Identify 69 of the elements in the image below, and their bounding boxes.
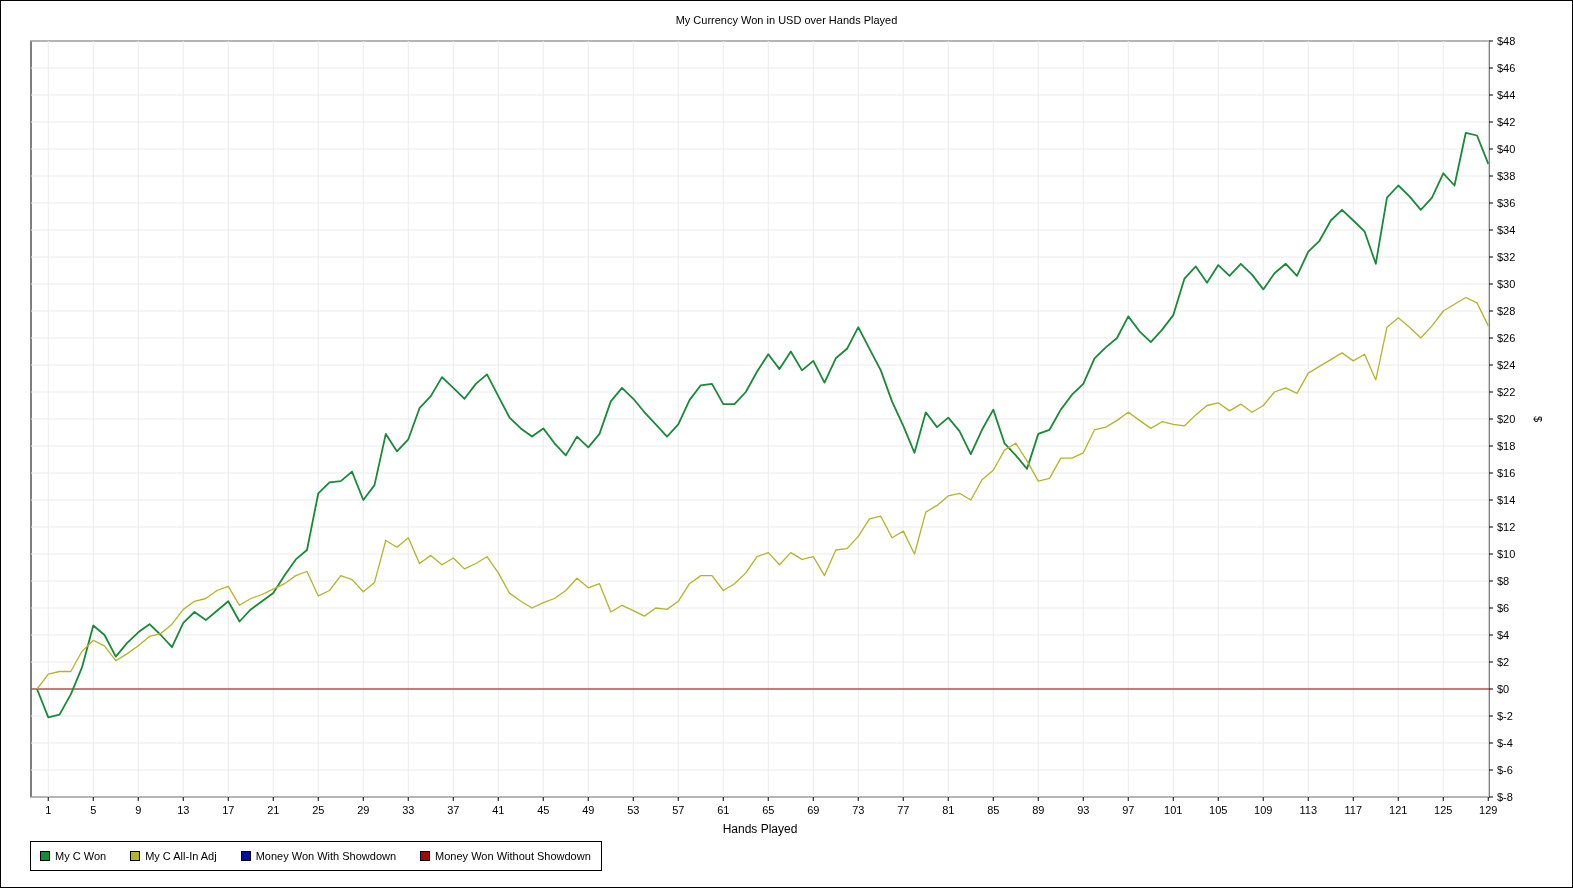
y-tick-label: $26 xyxy=(1497,332,1516,344)
x-tick-label: 41 xyxy=(492,804,505,816)
x-tick-label: 1 xyxy=(45,804,52,816)
legend-label: My C All-In Adj xyxy=(145,850,217,862)
x-tick-label: 81 xyxy=(942,804,955,816)
y-tick-label: $42 xyxy=(1497,116,1516,128)
y-tick-label: $32 xyxy=(1497,251,1516,263)
x-tick-label: 73 xyxy=(852,804,865,816)
x-axis-title: Hands Played xyxy=(722,822,798,836)
x-tick-label: 89 xyxy=(1032,804,1045,816)
y-tick-label: $24 xyxy=(1497,359,1516,371)
y-tick-label: $22 xyxy=(1497,386,1516,398)
x-tick-label: 105 xyxy=(1209,804,1228,816)
x-tick-label: 45 xyxy=(537,804,550,816)
x-tick-label: 77 xyxy=(897,804,910,816)
chart-title: My Currency Won in USD over Hands Played xyxy=(675,13,898,28)
y-tick-label: $4 xyxy=(1497,629,1510,641)
y-tick-label: $48 xyxy=(1497,35,1516,47)
x-tick-label: 121 xyxy=(1389,804,1408,816)
legend-label: My C Won xyxy=(55,850,107,862)
x-tick-label: 109 xyxy=(1254,804,1273,816)
y-tick-label: $14 xyxy=(1497,494,1516,506)
x-tick-label: 65 xyxy=(762,804,775,816)
x-tick-label: 13 xyxy=(177,804,190,816)
x-tick-label: 17 xyxy=(222,804,235,816)
y-tick-label: $12 xyxy=(1497,521,1516,533)
x-tick-label: 85 xyxy=(987,804,1000,816)
x-tick-label: 53 xyxy=(627,804,640,816)
x-tick-label: 57 xyxy=(672,804,685,816)
x-tick-label: 29 xyxy=(357,804,370,816)
y-tick-label: $8 xyxy=(1497,575,1510,587)
x-tick-label: 5 xyxy=(90,804,97,816)
y-tick-label: $0 xyxy=(1497,683,1510,695)
x-tick-label: 9 xyxy=(135,804,142,816)
y-tick-label: $6 xyxy=(1497,602,1510,614)
y-tick-label: $16 xyxy=(1497,467,1516,479)
y-tick-label: $28 xyxy=(1497,305,1516,317)
x-tick-label: 101 xyxy=(1164,804,1183,816)
x-tick-label: 117 xyxy=(1344,804,1362,816)
x-tick-label: 37 xyxy=(447,804,460,816)
y-tick-label: $30 xyxy=(1497,278,1516,290)
x-tick-label: 113 xyxy=(1299,804,1317,816)
x-tick-label: 61 xyxy=(717,804,730,816)
x-tick-label: 69 xyxy=(807,804,820,816)
x-tick-label: 25 xyxy=(312,804,325,816)
y-tick-label: $46 xyxy=(1497,62,1516,74)
y-tick-label: $-2 xyxy=(1497,710,1513,722)
y-tick-label: $10 xyxy=(1497,548,1516,560)
x-tick-label: 97 xyxy=(1122,804,1135,816)
y-tick-label: $44 xyxy=(1497,89,1516,101)
x-tick-label: 21 xyxy=(267,804,280,816)
y-tick-label: $2 xyxy=(1497,656,1510,668)
x-tick-label: 125 xyxy=(1434,804,1453,816)
y-tick-label: $20 xyxy=(1497,413,1516,425)
y-tick-label: $34 xyxy=(1497,224,1516,236)
x-tick-label: 93 xyxy=(1077,804,1090,816)
y-tick-label: $40 xyxy=(1497,143,1516,155)
y-tick-label: $-4 xyxy=(1497,737,1513,749)
x-tick-label: 129 xyxy=(1479,804,1498,816)
y-axis-title: $ xyxy=(1532,415,1544,423)
y-tick-label: $-8 xyxy=(1497,791,1513,803)
x-tick-label: 49 xyxy=(582,804,595,816)
legend-label: Money Won Without Showdown xyxy=(435,850,591,862)
y-tick-label: $18 xyxy=(1497,440,1516,452)
y-tick-label: $-6 xyxy=(1497,764,1513,776)
y-tick-label: $36 xyxy=(1497,197,1516,209)
y-tick-label: $38 xyxy=(1497,170,1516,182)
legend-label: Money Won With Showdown xyxy=(255,850,397,862)
x-tick-label: 33 xyxy=(402,804,415,816)
